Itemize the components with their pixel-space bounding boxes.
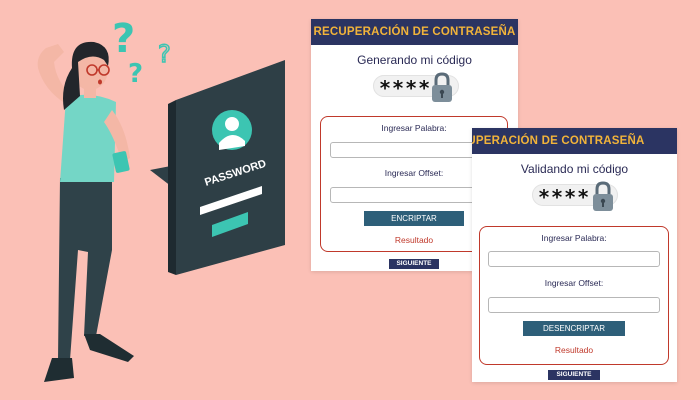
encrypt-button[interactable]: ENCRIPTAR: [364, 211, 464, 226]
lock-icon: [593, 181, 613, 211]
card-subtitle: Validando mi código: [520, 162, 629, 176]
lock-icon: [432, 72, 452, 102]
card-subtitle: Generando mi código: [357, 53, 472, 67]
word-label: Ingresar Palabra:: [541, 233, 607, 243]
form-box: Ingresar Palabra: Ingresar Offset: DESEN…: [479, 226, 669, 365]
password-sign: PASSWORD: [150, 60, 285, 275]
offset-input[interactable]: [488, 297, 660, 313]
woman-figure: [37, 41, 134, 382]
next-button[interactable]: SIGUIENTE: [389, 259, 439, 269]
next-button[interactable]: SIGUIENTE: [548, 370, 600, 380]
card-header: RECUPERACIÓN DE CONTRASEÑA: [311, 19, 518, 45]
svg-text:?: ?: [112, 16, 135, 62]
code-display: ****: [472, 176, 677, 216]
question-mark-outline-icon: ?: [158, 40, 171, 68]
word-input[interactable]: [488, 251, 660, 267]
svg-text:?: ?: [128, 59, 143, 89]
offset-label: Ingresar Offset:: [544, 278, 604, 288]
card-header: RECUPERACIÓN DE CONTRASEÑA: [472, 128, 677, 154]
question-mark-icon: ? ?: [112, 16, 143, 89]
result-label: Resultado: [554, 345, 594, 355]
decrypt-button[interactable]: DESENCRIPTAR: [523, 321, 625, 336]
user-avatar-icon: [212, 110, 252, 150]
code-display: ****: [311, 67, 518, 107]
recovery-card-validate: RECUPERACIÓN DE CONTRASEÑA Validando mi …: [472, 128, 677, 382]
